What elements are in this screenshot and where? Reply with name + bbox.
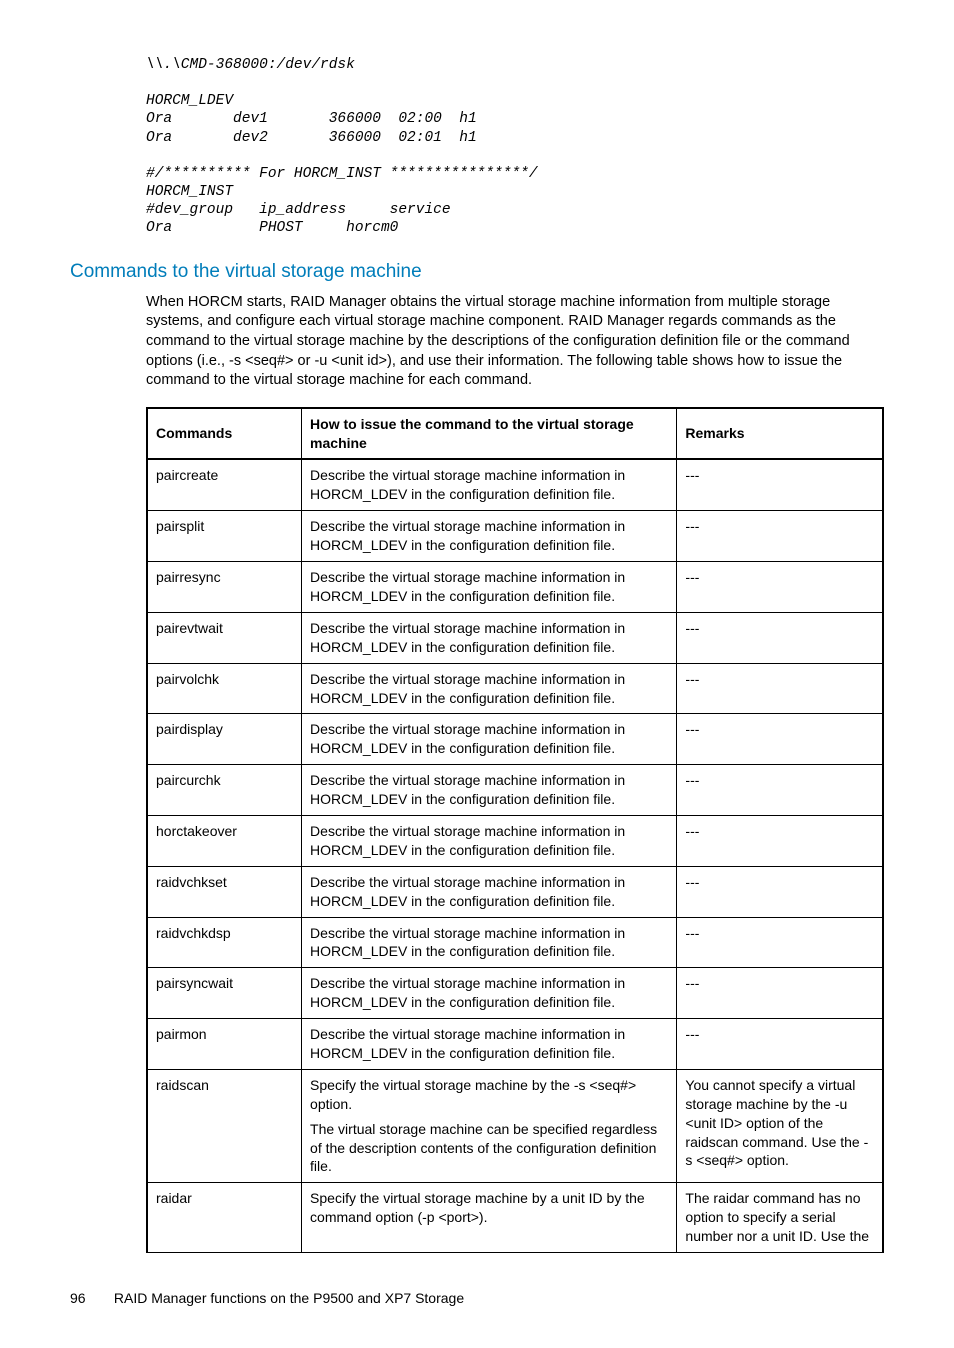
cmd-cell: horctakeover (147, 815, 302, 866)
remarks-cell: --- (677, 866, 883, 917)
remarks-cell: --- (677, 1019, 883, 1070)
remarks-cell: The raidar command has no option to spec… (677, 1183, 883, 1253)
footer-title: RAID Manager functions on the P9500 and … (114, 1290, 464, 1306)
remarks-cell: --- (677, 663, 883, 714)
table-row: pairdisplayDescribe the virtual storage … (147, 714, 883, 765)
table-row: raidvchksetDescribe the virtual storage … (147, 866, 883, 917)
cmd-cell: raidvchkdsp (147, 917, 302, 968)
cmd-cell: pairsyncwait (147, 968, 302, 1019)
cmd-cell: raidar (147, 1183, 302, 1253)
table-row: paircreateDescribe the virtual storage m… (147, 459, 883, 510)
col-header-remarks: Remarks (677, 408, 883, 460)
how-cell: Specify the virtual storage machine by t… (302, 1069, 677, 1182)
remarks-cell: --- (677, 917, 883, 968)
table-row: pairsplitDescribe the virtual storage ma… (147, 511, 883, 562)
intro-paragraph: When HORCM starts, RAID Manager obtains … (146, 293, 884, 391)
table-row: pairmonDescribe the virtual storage mach… (147, 1019, 883, 1070)
how-cell: Describe the virtual storage machine inf… (302, 663, 677, 714)
table-row: raidarSpecify the virtual storage machin… (147, 1183, 883, 1253)
remarks-cell: --- (677, 815, 883, 866)
cmd-cell: raidscan (147, 1069, 302, 1182)
cmd-cell: paircreate (147, 459, 302, 510)
page-number: 96 (70, 1289, 110, 1308)
cmd-cell: pairresync (147, 562, 302, 613)
table-row: pairresyncDescribe the virtual storage m… (147, 562, 883, 613)
remarks-cell: You cannot specify a virtual storage mac… (677, 1069, 883, 1182)
how-cell: Describe the virtual storage machine inf… (302, 1019, 677, 1070)
how-cell: Specify the virtual storage machine by a… (302, 1183, 677, 1253)
cmd-cell: pairmon (147, 1019, 302, 1070)
table-row: raidscanSpecify the virtual storage mach… (147, 1069, 883, 1182)
how-cell: Describe the virtual storage machine inf… (302, 612, 677, 663)
page-footer: 96 RAID Manager functions on the P9500 a… (70, 1289, 884, 1308)
cmd-cell: pairdisplay (147, 714, 302, 765)
section-heading: Commands to the virtual storage machine (70, 259, 884, 285)
col-header-commands: Commands (147, 408, 302, 460)
commands-table: Commands How to issue the command to the… (146, 407, 884, 1253)
table-row: raidvchkdspDescribe the virtual storage … (147, 917, 883, 968)
cmd-cell: raidvchkset (147, 866, 302, 917)
how-cell: Describe the virtual storage machine inf… (302, 968, 677, 1019)
cmd-cell: pairsplit (147, 511, 302, 562)
cmd-cell: pairvolchk (147, 663, 302, 714)
remarks-cell: --- (677, 562, 883, 613)
how-cell: Describe the virtual storage machine inf… (302, 765, 677, 816)
table-row: pairevtwaitDescribe the virtual storage … (147, 612, 883, 663)
cmd-cell: pairevtwait (147, 612, 302, 663)
table-row: pairvolchkDescribe the virtual storage m… (147, 663, 883, 714)
table-row: paircurchkDescribe the virtual storage m… (147, 765, 883, 816)
code-block: \\.\CMD-368000:/dev/rdsk HORCM_LDEV Ora … (146, 56, 884, 237)
how-cell: Describe the virtual storage machine inf… (302, 511, 677, 562)
col-header-how: How to issue the command to the virtual … (302, 408, 677, 460)
remarks-cell: --- (677, 968, 883, 1019)
remarks-cell: --- (677, 459, 883, 510)
how-cell: Describe the virtual storage machine inf… (302, 459, 677, 510)
cmd-cell: paircurchk (147, 765, 302, 816)
remarks-cell: --- (677, 765, 883, 816)
table-row: horctakeoverDescribe the virtual storage… (147, 815, 883, 866)
how-cell: Describe the virtual storage machine inf… (302, 562, 677, 613)
table-row: pairsyncwaitDescribe the virtual storage… (147, 968, 883, 1019)
how-cell: Describe the virtual storage machine inf… (302, 866, 677, 917)
remarks-cell: --- (677, 511, 883, 562)
how-cell: Describe the virtual storage machine inf… (302, 714, 677, 765)
how-cell: Describe the virtual storage machine inf… (302, 815, 677, 866)
remarks-cell: --- (677, 612, 883, 663)
how-cell: Describe the virtual storage machine inf… (302, 917, 677, 968)
remarks-cell: --- (677, 714, 883, 765)
